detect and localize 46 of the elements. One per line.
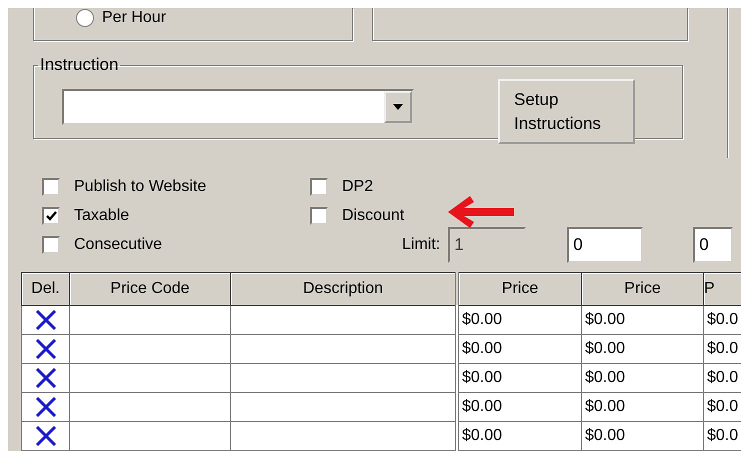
checkbox-label: Discount (342, 206, 404, 224)
table-cell: $0.00 (585, 340, 626, 356)
column-header[interactable]: Price (457, 272, 582, 305)
checkbox[interactable] (42, 206, 60, 224)
table-cell: $0.0 (707, 340, 738, 356)
table-cell: $0.00 (585, 368, 626, 386)
delete-icon[interactable] (34, 426, 56, 446)
column-header[interactable]: Price Code (70, 272, 230, 305)
checkbox[interactable] (42, 178, 60, 196)
column-header[interactable]: P (704, 272, 741, 305)
table-cell: $0.00 (462, 340, 502, 356)
table-cell: $0.0 (707, 426, 738, 444)
table-cell: $0.00 (462, 368, 502, 386)
radio-button[interactable] (76, 9, 94, 27)
column-header[interactable]: Price (582, 272, 704, 305)
amount-field[interactable]: 0 (693, 226, 734, 262)
checkbox[interactable] (42, 236, 60, 254)
radio-label: Per Hour (102, 8, 166, 28)
arrow-annotation (448, 196, 514, 228)
delete-icon[interactable] (34, 368, 56, 388)
table-cell: $0.00 (585, 426, 626, 444)
amount-field[interactable]: 0 (567, 226, 644, 262)
table-cell: $0.0 (707, 368, 738, 386)
table-cell: $0.00 (462, 426, 502, 444)
checkbox-label: DP2 (342, 178, 374, 196)
delete-icon[interactable] (34, 310, 56, 330)
delete-icon[interactable] (34, 338, 56, 358)
table-cell: $0.00 (462, 310, 502, 328)
column-header[interactable]: Description (230, 272, 457, 305)
table-cell: $0.00 (462, 398, 502, 414)
table-cell: $0.0 (707, 398, 738, 414)
limit-label: Limit: (402, 236, 440, 254)
checkbox[interactable] (310, 206, 328, 224)
setup-instructions-button[interactable]: Setup Instructions (498, 79, 635, 144)
checkbox-label: Publish to Website (74, 178, 206, 196)
column-header[interactable]: Del. (22, 272, 70, 305)
checkbox[interactable] (310, 178, 328, 196)
checkbox-label: Taxable (74, 206, 130, 224)
checkmark-icon (46, 210, 56, 220)
table-cell: $0.00 (585, 310, 626, 328)
checkbox-label: Consecutive (74, 236, 162, 254)
delete-icon[interactable] (34, 396, 56, 416)
table-cell: $0.00 (585, 398, 626, 414)
group-label: Instruction (39, 55, 120, 75)
table-cell: $0.0 (707, 310, 738, 328)
instruction-dropdown[interactable] (62, 89, 414, 125)
